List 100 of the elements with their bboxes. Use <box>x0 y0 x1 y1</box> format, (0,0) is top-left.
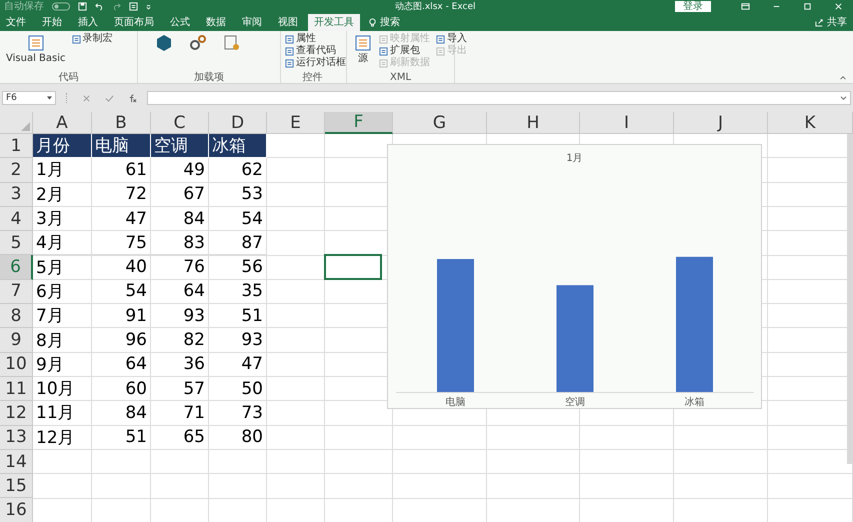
name-box[interactable]: F6 <box>2 91 56 105</box>
ribbon-tab[interactable]: 开始 <box>36 14 68 31</box>
row-header[interactable]: 1 <box>0 134 33 158</box>
table-cell: 54 <box>209 206 267 232</box>
table-cell: 67 <box>151 182 209 207</box>
formula-input[interactable] <box>147 91 851 105</box>
form-gear-icon[interactable] <box>222 33 242 53</box>
document-icon <box>379 46 388 56</box>
column-header[interactable]: D <box>209 112 267 134</box>
column-header[interactable]: E <box>267 112 325 134</box>
table-cell: 6月 <box>33 280 92 304</box>
document-icon <box>72 34 81 44</box>
row-header[interactable]: 10 <box>0 352 33 377</box>
expand-icon[interactable] <box>840 96 847 100</box>
share-icon[interactable] <box>815 18 824 27</box>
group-label: 加载项 <box>193 72 225 83</box>
ribbon-tab[interactable]: 视图 <box>272 14 304 31</box>
table-cell: 35 <box>209 280 267 304</box>
row-header[interactable]: 13 <box>0 426 33 450</box>
group-label: XML <box>388 72 412 83</box>
row-header[interactable]: 16 <box>0 498 33 522</box>
table-cell: 64 <box>151 280 209 304</box>
active-cell[interactable] <box>324 254 382 280</box>
table-cell: 11月 <box>33 401 92 426</box>
ribbon-button[interactable]: Visual Basic <box>6 53 66 65</box>
table-cell: 84 <box>151 206 209 232</box>
table-cell: 57 <box>151 376 209 402</box>
row-header[interactable]: 6 <box>0 255 33 280</box>
row-header[interactable]: 4 <box>0 206 33 232</box>
table-cell: 84 <box>92 401 151 426</box>
ribbon-tab[interactable]: 开发工具 <box>308 14 360 31</box>
insert-function-icon[interactable] <box>128 94 137 102</box>
ribbon-tab[interactable]: 审阅 <box>236 14 268 31</box>
column-header[interactable]: C <box>151 112 209 134</box>
chart-area[interactable]: 1月 电脑 空调 冰箱 <box>387 144 762 409</box>
table-cell: 月份 <box>33 134 92 158</box>
sign-in-button[interactable]: 登录 <box>675 1 711 12</box>
row-header[interactable]: 11 <box>0 376 33 402</box>
table-cell: 61 <box>92 158 151 183</box>
row-header[interactable]: 12 <box>0 401 33 426</box>
row-header[interactable]: 5 <box>0 231 33 256</box>
row-header[interactable]: 8 <box>0 304 33 328</box>
group-label: 控件 <box>302 72 324 83</box>
table-cell: 64 <box>92 352 151 377</box>
toggle-icon[interactable] <box>52 2 70 11</box>
column-header[interactable]: A <box>33 112 92 134</box>
save-icon[interactable] <box>78 2 87 11</box>
column-header[interactable]: F <box>325 112 393 134</box>
row-header[interactable]: 9 <box>0 328 33 353</box>
table-cell: 93 <box>151 304 209 328</box>
row-header[interactable]: 15 <box>0 474 33 498</box>
table-cell: 3月 <box>33 206 92 232</box>
table-cell: 冰箱 <box>209 134 267 158</box>
ribbon-button[interactable]: 查看代码 <box>285 45 336 57</box>
ribbon-display-icon[interactable] <box>741 2 750 11</box>
document-icon <box>379 58 388 68</box>
autosave-label: 自动保存 <box>4 0 44 12</box>
gears-icon[interactable] <box>188 33 208 53</box>
table-cell: 50 <box>209 376 267 402</box>
table-cell: 82 <box>151 328 209 353</box>
ribbon-tab[interactable]: 数据 <box>200 14 232 31</box>
column-header[interactable]: I <box>580 112 674 134</box>
column-header[interactable]: H <box>487 112 580 134</box>
document-icon <box>285 46 294 56</box>
ribbon-button[interactable]: 扩展包 <box>379 45 420 57</box>
ribbon-button[interactable]: 导入 <box>436 33 467 45</box>
undo-icon[interactable] <box>95 2 104 11</box>
close-icon[interactable] <box>834 2 843 11</box>
row-header[interactable]: 14 <box>0 450 33 474</box>
ribbon-button[interactable]: 运行对话框 <box>285 57 346 69</box>
column-header[interactable]: J <box>674 112 768 134</box>
form-icon[interactable] <box>129 2 138 11</box>
table-cell: 65 <box>151 426 209 450</box>
ribbon-tab[interactable]: 公式 <box>164 14 196 31</box>
table-cell: 2月 <box>33 182 92 207</box>
scrollbar[interactable] <box>847 134 853 464</box>
table-cell: 1月 <box>33 158 92 183</box>
table-cell: 电脑 <box>92 134 151 158</box>
ribbon-tab[interactable]: 文件 <box>0 14 32 31</box>
row-header[interactable]: 7 <box>0 280 33 304</box>
table-cell: 60 <box>92 376 151 402</box>
column-header[interactable]: G <box>393 112 487 134</box>
table-cell: 93 <box>209 328 267 353</box>
ribbon-button[interactable]: 属性 <box>285 33 316 45</box>
table-cell: 5月 <box>33 255 92 280</box>
search-field[interactable]: 搜索 <box>380 14 400 30</box>
row-header[interactable]: 2 <box>0 158 33 183</box>
share-label[interactable]: 共享 <box>827 14 847 30</box>
collapse-ribbon-icon[interactable] <box>839 75 847 80</box>
column-header[interactable]: B <box>92 112 151 134</box>
column-header[interactable]: K <box>768 112 853 134</box>
maximize-icon[interactable] <box>803 2 812 11</box>
table-cell: 12月 <box>33 426 92 450</box>
ribbon-button[interactable]: 源 <box>358 53 368 65</box>
hexagon-icon[interactable] <box>154 33 174 53</box>
table-cell: 53 <box>209 182 267 207</box>
row-header[interactable]: 3 <box>0 182 33 207</box>
ribbon-tab[interactable]: 插入 <box>72 14 104 31</box>
ribbon-button[interactable]: 录制宏 <box>72 33 113 45</box>
ribbon-tab[interactable]: 页面布局 <box>108 14 160 31</box>
